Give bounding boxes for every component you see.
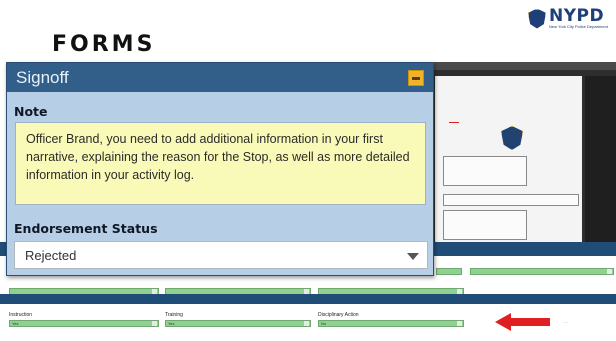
document-box [443,210,527,240]
training-field[interactable]: Yes [165,320,311,327]
red-arrow-icon [495,313,550,331]
note-textbox[interactable]: Officer Brand, you need to add additiona… [15,122,426,205]
document-red-mark [449,122,459,123]
form-section-strip [0,294,616,304]
endorsement-status-value: Rejected [25,247,77,263]
faint-button[interactable]: ··· [563,320,568,326]
form-field[interactable] [436,268,462,275]
minimize-icon[interactable] [408,69,424,86]
dialog-title: Signoff [16,67,69,87]
background-side-panel [585,76,616,242]
nypd-badge-icon [528,8,546,29]
background-app-window [425,62,616,242]
logo-word: NYPD [549,6,605,26]
dialog-header: Signoff [7,63,433,92]
endorsement-status-label: Endorsement Status [14,221,158,236]
instruction-label: Instruction [9,312,33,318]
nypd-logo: NYPD New York City Police Department [528,8,608,29]
chevron-down-icon[interactable] [407,253,419,260]
background-toolbar [425,62,616,70]
note-label: Note [14,104,48,119]
training-label: Training [165,312,183,318]
disciplinary-action-field[interactable]: No [318,320,464,327]
slide-title: FORMS [52,32,156,57]
endorsement-status-select[interactable]: Rejected [14,241,428,269]
disciplinary-action-label: Disciplinary Action [318,312,359,318]
logo-subtitle: New York City Police Department [549,24,608,29]
document-box [443,156,527,186]
document-badge-icon [501,126,523,150]
instruction-field[interactable]: Yes [9,320,159,327]
form-field[interactable] [470,268,614,275]
background-document [435,76,582,242]
document-box [443,194,579,206]
signoff-dialog: Signoff Note Officer Brand, you need to … [6,62,434,276]
